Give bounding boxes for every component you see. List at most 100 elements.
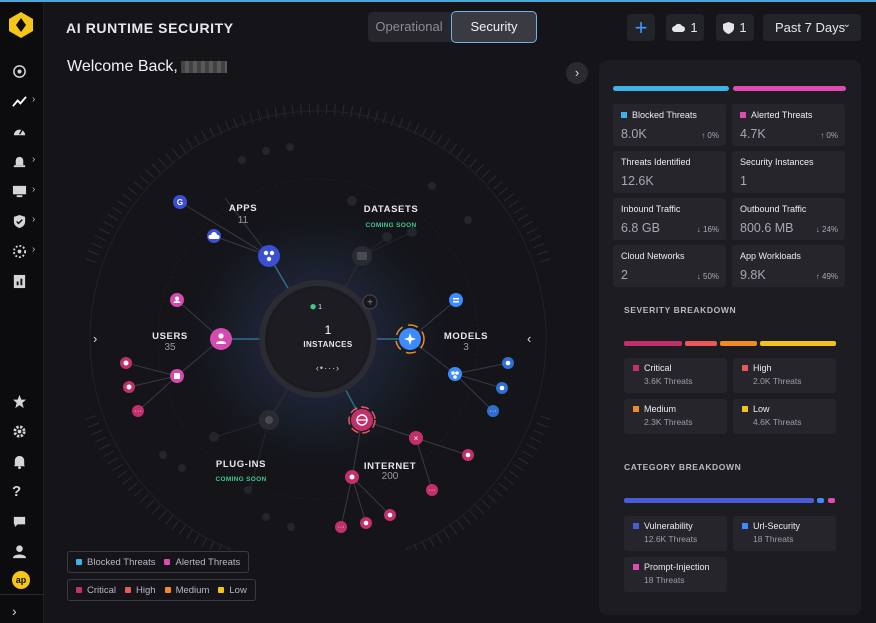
- alarm-icon[interactable]: ›: [0, 148, 44, 174]
- high-swatch: [125, 587, 132, 593]
- star-icon[interactable]: [0, 388, 44, 414]
- ring-tick: [133, 180, 143, 190]
- app-leaf-cloud[interactable]: [207, 229, 221, 243]
- model-leaf[interactable]: [449, 293, 463, 307]
- severity-label: Medium: [644, 404, 677, 414]
- ring-tick: [366, 108, 371, 120]
- legend-high-label: High: [136, 584, 156, 596]
- internet-leaf-sub[interactable]: [360, 517, 372, 529]
- ring-tick: [158, 510, 167, 520]
- account-avatar[interactable]: ap: [0, 567, 44, 593]
- monitor-icon[interactable]: ›: [0, 178, 44, 204]
- category-card-url-security[interactable]: Url-Security 18 Threats: [733, 516, 836, 551]
- avatar-badge: ap: [12, 571, 30, 589]
- model-leaf-group[interactable]: [448, 367, 462, 381]
- internet-count: 200: [381, 471, 399, 482]
- shield-check-icon[interactable]: ›: [0, 208, 44, 234]
- help-icon[interactable]: ?: [0, 478, 44, 504]
- high-swatch: [742, 365, 748, 371]
- toggle-panel-button[interactable]: ›: [566, 62, 588, 84]
- alerted-ratio-bar: [733, 86, 846, 91]
- header: AI RUNTIME SECURITY Operational Security…: [44, 2, 876, 52]
- bell-icon[interactable]: [0, 448, 44, 474]
- ring-tick: [529, 235, 542, 242]
- ring-tick: [428, 130, 435, 142]
- model-leaf-sub[interactable]: [496, 382, 508, 394]
- speedometer-icon[interactable]: [0, 118, 44, 144]
- internet-leaf-blocked[interactable]: ×: [409, 431, 423, 445]
- stat-card-threats-identified[interactable]: Threats Identified 12.6K: [613, 151, 726, 193]
- radar-icon[interactable]: [0, 58, 44, 84]
- chevron-right-icon[interactable]: ›: [93, 331, 97, 346]
- tab-operational[interactable]: Operational: [368, 12, 450, 42]
- stat-card-alerted[interactable]: Alerted Threats 4.7K ↑ 0%: [732, 104, 845, 146]
- severity-legend: Critical High Medium Low: [67, 579, 256, 601]
- user-leaf-doc[interactable]: [170, 369, 184, 383]
- stat-label: Inbound Traffic: [621, 204, 681, 214]
- topology-graph: + G ··· ··· × ··· ···: [84, 103, 552, 550]
- critical-swatch: [633, 365, 639, 371]
- legend-blocked: Blocked Threats: [76, 557, 155, 568]
- chat-icon[interactable]: [0, 508, 44, 534]
- gear-dots-icon[interactable]: ›: [0, 238, 44, 264]
- apps-node[interactable]: [258, 245, 280, 267]
- user-leaf-sub[interactable]: [120, 357, 132, 369]
- user-leaf-sub[interactable]: [123, 381, 135, 393]
- stat-card-inbound[interactable]: Inbound Traffic 6.8 GB ↓ 16%: [613, 198, 726, 240]
- user-icon[interactable]: [0, 538, 44, 564]
- category-card-vulnerability[interactable]: Vulnerability 12.6K Threats: [624, 516, 727, 551]
- stat-label: Outbound Traffic: [740, 204, 807, 214]
- stat-value: 4.7K: [740, 127, 766, 141]
- vulnerability-bar: [624, 498, 814, 503]
- date-range-select[interactable]: Past 7 Days ⌄: [763, 14, 861, 41]
- critical-swatch: [76, 587, 82, 593]
- severity-card-low[interactable]: Low 4.6K Threats: [733, 399, 836, 434]
- ring-tick: [112, 206, 123, 215]
- ring-tick: [102, 450, 114, 458]
- logo-icon[interactable]: [9, 12, 33, 38]
- expand-sidebar-icon[interactable]: ›: [0, 598, 44, 623]
- ring-tick: [91, 242, 103, 249]
- cloud-filter-button[interactable]: 1: [666, 14, 704, 41]
- ring-tick: [133, 488, 143, 498]
- more-dots-icon[interactable]: ···: [335, 521, 347, 533]
- ring-tick: [517, 457, 529, 465]
- stat-card-blocked[interactable]: Blocked Threats 8.0K ↑ 0%: [613, 104, 726, 146]
- analytics-icon[interactable]: ›: [0, 88, 44, 114]
- ring-tick: [139, 494, 149, 504]
- chevron-left-icon[interactable]: ‹: [527, 331, 531, 346]
- more-dots-icon[interactable]: ···: [487, 405, 499, 417]
- internet-leaf-sub[interactable]: [384, 509, 396, 521]
- more-dots-icon[interactable]: ···: [132, 405, 144, 417]
- ring-tick: [539, 415, 552, 421]
- stat-card-cloud-networks[interactable]: Cloud Networks 2 ↓ 50%: [613, 245, 726, 287]
- more-dots-icon[interactable]: ···: [426, 484, 438, 496]
- app-leaf-google[interactable]: G: [173, 195, 187, 209]
- shield-filter-button[interactable]: 1: [716, 14, 754, 41]
- stat-card-app-workloads[interactable]: App Workloads 9.8K ↑ 49%: [732, 245, 845, 287]
- legend-low: Low: [218, 585, 247, 596]
- internet-leaf-sub[interactable]: [462, 449, 474, 461]
- tab-security[interactable]: Security: [451, 11, 537, 43]
- ring-tick: [94, 436, 107, 443]
- stat-card-outbound[interactable]: Outbound Traffic 800.6 MB ↓ 24%: [732, 198, 845, 240]
- user-leaf[interactable]: [170, 293, 184, 307]
- report-icon[interactable]: [0, 268, 44, 294]
- ring-tick: [178, 524, 187, 535]
- add-button[interactable]: +: [627, 14, 655, 41]
- severity-label: High: [753, 363, 772, 373]
- severity-count: 3.6K Threats: [644, 376, 693, 386]
- severity-card-medium[interactable]: Medium 2.3K Threats: [624, 399, 727, 434]
- severity-card-high[interactable]: High 2.0K Threats: [733, 358, 836, 393]
- model-leaf-sub[interactable]: [502, 357, 514, 369]
- stat-card-security-instances[interactable]: Security Instances 1: [732, 151, 845, 193]
- center-badge-count: 1: [318, 304, 322, 311]
- category-card-prompt-injection[interactable]: Prompt-Injection 18 Threats: [624, 557, 727, 592]
- severity-card-critical[interactable]: Critical 3.6K Threats: [624, 358, 727, 393]
- ring-tick: [513, 206, 524, 215]
- chevron-right-icon: ›: [32, 154, 36, 165]
- shield-count: 1: [739, 20, 747, 35]
- settings-icon[interactable]: [0, 418, 44, 444]
- stat-value: 1: [740, 174, 747, 188]
- instance-pager[interactable]: ‹•···›: [300, 363, 356, 373]
